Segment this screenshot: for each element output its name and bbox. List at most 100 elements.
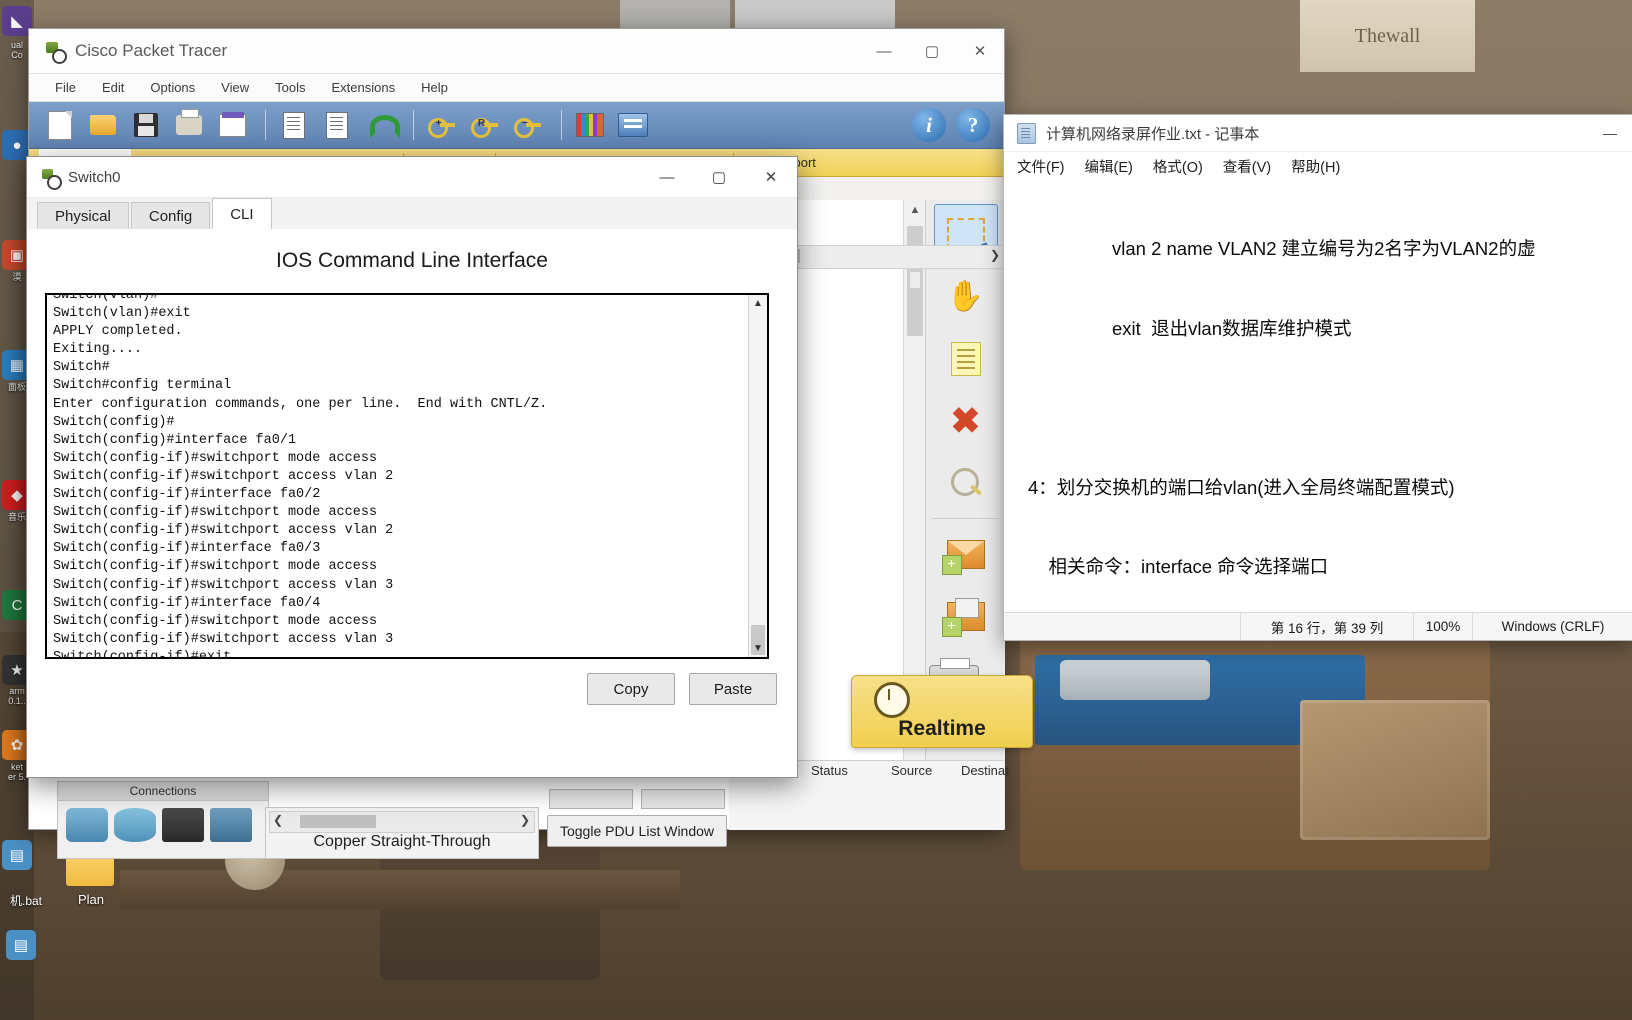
notepad-title: 计算机网络录屏作业.txt - 记事本 [1046, 125, 1260, 143]
paste-icon[interactable] [318, 106, 356, 144]
save-icon[interactable] [127, 106, 165, 144]
pdu-scroll-right-icon[interactable]: ❯ [990, 248, 1000, 262]
cli-vertical-scrollbar[interactable]: ▲ ▼ [748, 295, 767, 657]
inspect-tool-button[interactable] [935, 454, 997, 512]
minimize-button[interactable]: — [860, 29, 908, 73]
wall-poster: Thewall [1300, 0, 1475, 72]
toggle-pdu-list-window-button[interactable]: Toggle PDU List Window [547, 815, 727, 847]
notepad-text-area[interactable]: vlan 2 name VLAN2 建立编号为2名字为VLAN2的虚 exit … [1004, 179, 1632, 613]
cli-minimize-button[interactable]: — [641, 157, 693, 197]
notepad-line: 相关命令：interface 命令选择端口 [1028, 556, 1329, 577]
scroll-thumb[interactable] [907, 226, 923, 336]
cli-dialog-title: Switch0 [68, 168, 121, 186]
cli-action-buttons: Copy Paste [587, 673, 777, 705]
menu-extensions[interactable]: Extensions [331, 80, 395, 95]
tab-physical[interactable]: Physical [37, 202, 129, 230]
switch0-cli-dialog: Switch0 — ▢ ✕ Physical Config CLI IOS Co… [26, 156, 798, 778]
menu-help[interactable]: Help [421, 80, 448, 95]
tab-config[interactable]: Config [130, 202, 211, 230]
notepad-titlebar: 计算机网络录屏作业.txt - 记事本 — [1004, 115, 1632, 152]
paste-button[interactable]: Paste [689, 673, 777, 705]
device-endpoint-icon[interactable] [210, 808, 252, 842]
device-switch-icon[interactable] [162, 808, 204, 842]
toolbar-separator-1 [265, 110, 266, 140]
new-file-icon[interactable] [41, 106, 79, 144]
app-icon-10[interactable]: ▤ [6, 930, 36, 960]
status-cursor-position: 第 16 行，第 39 列 [1240, 613, 1413, 640]
copy-icon[interactable] [275, 106, 313, 144]
menu-file[interactable]: File [55, 80, 76, 95]
connection-scroll-thumb[interactable] [300, 815, 376, 828]
cli-dialog-titlebar: Switch0 — ▢ ✕ [27, 157, 797, 198]
add-complex-pdu-button[interactable]: + [935, 587, 997, 645]
pdu-scenario-button-1[interactable] [549, 789, 633, 809]
cli-heading: IOS Command Line Interface [276, 249, 548, 272]
delete-x-icon: ✖ [950, 400, 981, 441]
zoom-in-icon[interactable]: + [423, 106, 461, 144]
menu-edit[interactable]: Edit [102, 80, 124, 95]
pdu-scenario-button-2[interactable] [641, 789, 725, 809]
notepad-window-controls: — [1587, 115, 1632, 151]
cli-dialog-tabs: Physical Config CLI [27, 198, 797, 231]
bed-pillow [1060, 660, 1210, 700]
realtime-label: Realtime [898, 717, 986, 740]
menu-options[interactable]: Options [150, 80, 195, 95]
pdu-header-destination: Destinat [961, 763, 1009, 778]
add-simple-pdu-button[interactable]: + [935, 525, 997, 583]
place-note-tool-button[interactable] [935, 330, 997, 388]
notepad-app-icon [1017, 122, 1036, 144]
pdu-header-status: Status [811, 763, 848, 778]
maximize-button[interactable]: ▢ [908, 29, 956, 73]
notepad-menu-view[interactable]: 查看(V) [1223, 156, 1271, 177]
notepad-menu-file[interactable]: 文件(F) [1017, 156, 1065, 177]
open-folder-icon[interactable] [84, 106, 122, 144]
menu-tools[interactable]: Tools [275, 80, 305, 95]
info-button[interactable]: i [912, 108, 946, 142]
toolbar-separator-3 [561, 110, 562, 140]
connection-horizontal-scrollbar[interactable]: ❮ ❯ [269, 811, 535, 833]
notepad-status-bar: 第 16 行，第 39 列 100% Windows (CRLF) [1004, 612, 1632, 640]
palette-separator [932, 518, 999, 519]
app-icon-9[interactable]: ▤ [2, 840, 32, 870]
device-router-icon[interactable] [66, 808, 108, 842]
selected-connection-label: Copper Straight-Through [313, 833, 491, 850]
cli-dialog-body: IOS Command Line Interface Switch(vlan)#… [27, 229, 797, 777]
zoom-reset-icon[interactable]: R [466, 106, 504, 144]
note-icon [950, 342, 981, 376]
delete-tool-button[interactable]: ✖ [935, 392, 997, 450]
cli-window-controls: — ▢ ✕ [641, 157, 797, 197]
pdu-header-source: Source [891, 763, 933, 778]
print-icon[interactable] [170, 106, 208, 144]
palette-icon[interactable] [571, 106, 609, 144]
connection-scroll-left-icon[interactable]: ❮ [273, 813, 283, 827]
custom-devices-icon[interactable] [614, 106, 652, 144]
device-hub-icon[interactable] [114, 808, 156, 842]
cli-console[interactable]: Switch(vlan)# Switch(vlan)#exit APPLY co… [45, 293, 769, 659]
edit-icon[interactable] [213, 106, 251, 144]
undo-icon[interactable] [361, 106, 400, 144]
cli-scroll-down-icon[interactable]: ▼ [749, 640, 767, 657]
notepad-menu-help[interactable]: 帮助(H) [1291, 156, 1340, 177]
toolbar-right-group: i ? [902, 108, 1004, 142]
switch-device-icon [41, 168, 62, 190]
cli-close-button[interactable]: ✕ [745, 157, 797, 197]
zoom-out-icon[interactable]: − [509, 106, 547, 144]
notepad-line: 4：划分交换机的端口给vlan(进入全局终端配置模式) [1028, 476, 1455, 498]
cli-maximize-button[interactable]: ▢ [693, 157, 745, 197]
notepad-menu-edit[interactable]: 编辑(E) [1085, 156, 1133, 177]
notepad-menu-format[interactable]: 格式(O) [1153, 156, 1203, 177]
magnifier-icon [950, 468, 982, 498]
packet-tracer-window-controls: — ▢ ✕ [860, 29, 1004, 73]
notepad-minimize-button[interactable]: — [1587, 115, 1632, 151]
tab-cli[interactable]: CLI [212, 198, 272, 230]
cli-scroll-up-icon[interactable]: ▲ [749, 295, 767, 312]
scroll-up-icon[interactable]: ▲ [904, 200, 926, 220]
copy-button[interactable]: Copy [587, 673, 675, 705]
notepad-window: 计算机网络录屏作业.txt - 记事本 — 文件(F) 编辑(E) 格式(O) … [1003, 114, 1632, 641]
move-layout-tool-button[interactable]: ✋ [935, 268, 997, 326]
close-button[interactable]: ✕ [956, 29, 1004, 73]
status-zoom-level: 100% [1413, 613, 1472, 640]
connection-scroll-right-icon[interactable]: ❯ [520, 813, 530, 827]
menu-view[interactable]: View [221, 80, 249, 95]
help-button[interactable]: ? [956, 108, 990, 142]
